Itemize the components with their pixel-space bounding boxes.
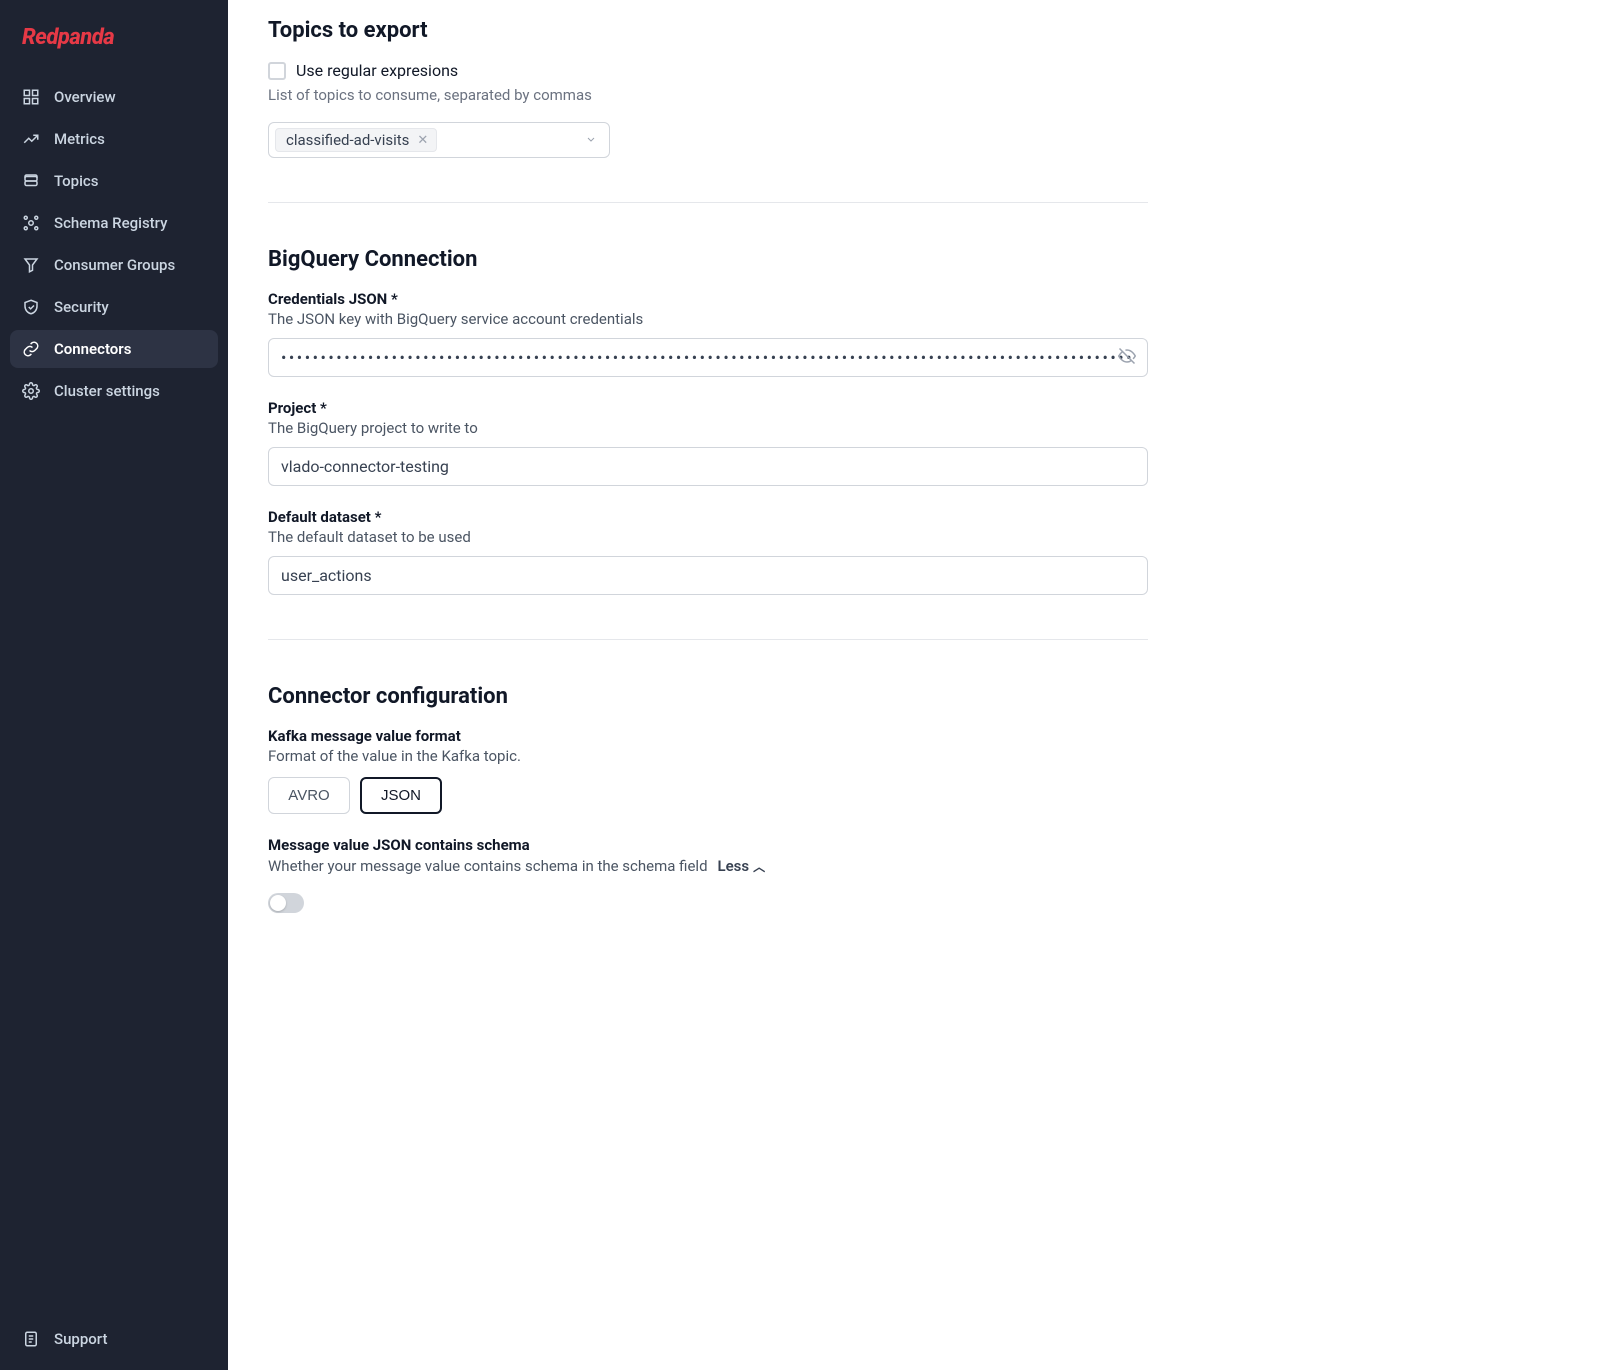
field-value-contains-schema: Message value JSON contains schema Wheth… — [268, 836, 1148, 913]
sidebar: Redpanda Overview Metrics Topics Schema … — [0, 0, 228, 1370]
sidebar-item-support[interactable]: Support — [10, 1320, 218, 1358]
sidebar-nav: Overview Metrics Topics Schema Registry — [0, 78, 228, 410]
field-credentials-json: Credentials JSON * The JSON key with Big… — [268, 290, 1148, 377]
field-label: Project * — [268, 399, 1148, 417]
sidebar-item-security[interactable]: Security — [10, 288, 218, 326]
field-project: Project * The BigQuery project to write … — [268, 399, 1148, 486]
trending-up-icon — [22, 130, 40, 148]
sidebar-item-consumer-groups[interactable]: Consumer Groups — [10, 246, 218, 284]
sidebar-item-label: Consumer Groups — [54, 256, 175, 274]
sidebar-item-label: Connectors — [54, 340, 131, 358]
field-label: Message value JSON contains schema — [268, 836, 1148, 854]
section-bigquery-connection: BigQuery Connection Credentials JSON * T… — [268, 247, 1148, 640]
field-desc: Format of the value in the Kafka topic. — [268, 747, 1148, 765]
sidebar-footer: Support — [0, 1308, 228, 1370]
topic-tag-label: classified-ad-visits — [286, 131, 409, 149]
topics-help-text: List of topics to consume, separated by … — [268, 86, 1148, 104]
chevron-up-icon: ︿ — [753, 858, 765, 875]
shield-icon — [22, 298, 40, 316]
grid-icon — [22, 88, 40, 106]
field-desc: Whether your message value contains sche… — [268, 857, 708, 875]
gear-icon — [22, 382, 40, 400]
value-format-segmented: AVRO JSON — [268, 777, 1148, 814]
sidebar-item-label: Support — [54, 1330, 107, 1348]
use-regex-checkbox[interactable] — [268, 62, 286, 80]
format-option-avro[interactable]: AVRO — [268, 777, 350, 814]
remove-tag-icon[interactable]: ✕ — [415, 133, 430, 148]
section-connector-configuration: Connector configuration Kafka message va… — [268, 684, 1148, 957]
field-kafka-value-format: Kafka message value format Format of the… — [268, 727, 1148, 814]
section-title: BigQuery Connection — [268, 247, 1148, 272]
link-icon — [22, 340, 40, 358]
main-content: Topics to export Use regular expresions … — [228, 0, 1188, 1370]
field-label: Kafka message value format — [268, 727, 1148, 745]
database-icon — [22, 172, 40, 190]
sidebar-item-schema-registry[interactable]: Schema Registry — [10, 204, 218, 242]
toggle-knob — [270, 895, 286, 911]
field-default-dataset: Default dataset * The default dataset to… — [268, 508, 1148, 595]
sidebar-item-label: Schema Registry — [54, 214, 167, 232]
collapse-toggle-label: Less — [718, 857, 750, 875]
topic-tag: classified-ad-visits ✕ — [275, 128, 437, 152]
sidebar-item-connectors[interactable]: Connectors — [10, 330, 218, 368]
field-desc: The default dataset to be used — [268, 528, 1148, 546]
use-regex-row: Use regular expresions — [268, 61, 1148, 80]
chevron-down-icon — [585, 131, 597, 150]
eye-off-icon[interactable] — [1118, 347, 1136, 369]
section-title: Connector configuration — [268, 684, 1148, 709]
project-input[interactable] — [268, 447, 1148, 486]
sidebar-item-metrics[interactable]: Metrics — [10, 120, 218, 158]
section-topics-to-export: Topics to export Use regular expresions … — [268, 18, 1148, 203]
use-regex-label: Use regular expresions — [296, 61, 458, 80]
section-title: Topics to export — [268, 18, 1148, 43]
document-icon — [22, 1330, 40, 1348]
sidebar-item-label: Overview — [54, 88, 116, 106]
default-dataset-input[interactable] — [268, 556, 1148, 595]
value-schema-toggle[interactable] — [268, 893, 304, 913]
sidebar-item-overview[interactable]: Overview — [10, 78, 218, 116]
sidebar-item-topics[interactable]: Topics — [10, 162, 218, 200]
collapse-toggle[interactable]: Less ︿ — [718, 857, 766, 875]
format-option-json[interactable]: JSON — [360, 777, 442, 814]
sidebar-item-label: Security — [54, 298, 109, 316]
field-desc: The JSON key with BigQuery service accou… — [268, 310, 1148, 328]
funnel-icon — [22, 256, 40, 274]
sidebar-item-label: Topics — [54, 172, 98, 190]
field-label: Default dataset * — [268, 508, 1148, 526]
sidebar-item-label: Cluster settings — [54, 382, 160, 400]
topics-multiselect[interactable]: classified-ad-visits ✕ — [268, 122, 610, 158]
credentials-json-input[interactable] — [268, 338, 1148, 377]
field-label: Credentials JSON * — [268, 290, 1148, 308]
brand-logo: Redpanda — [0, 20, 228, 78]
sidebar-item-cluster-settings[interactable]: Cluster settings — [10, 372, 218, 410]
sidebar-item-label: Metrics — [54, 130, 105, 148]
field-desc: The BigQuery project to write to — [268, 419, 1148, 437]
schema-icon — [22, 214, 40, 232]
